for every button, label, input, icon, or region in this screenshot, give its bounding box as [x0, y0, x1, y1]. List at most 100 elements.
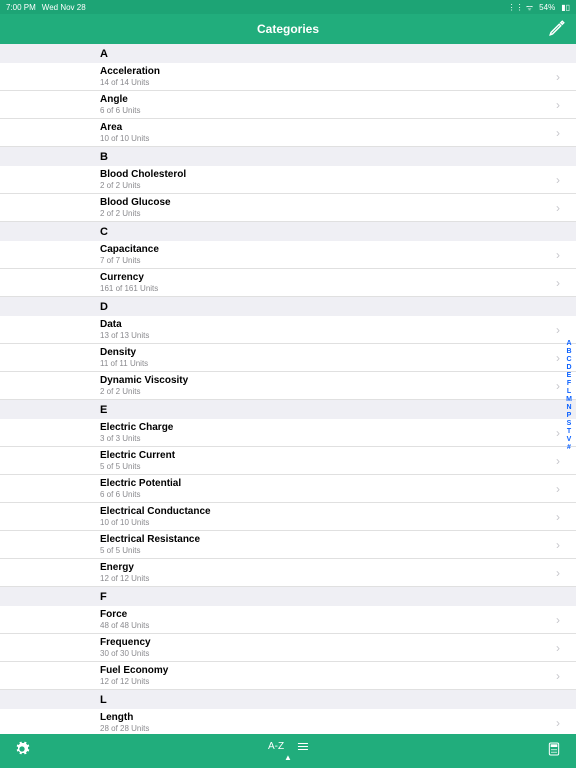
row-title: Angle	[100, 94, 556, 105]
section-header: A	[0, 44, 576, 63]
row-title: Capacitance	[100, 244, 556, 255]
chevron-right-icon: ›	[556, 538, 560, 552]
chevron-right-icon: ›	[556, 379, 560, 393]
row-subtitle: 12 of 12 Units	[100, 574, 556, 583]
index-letter[interactable]: F	[564, 380, 574, 387]
row-title: Blood Glucose	[100, 197, 556, 208]
row-title: Electric Charge	[100, 422, 556, 433]
row-subtitle: 10 of 10 Units	[100, 518, 556, 527]
row-title: Density	[100, 347, 556, 358]
categories-list[interactable]: AAcceleration14 of 14 Units›Angle6 of 6 …	[0, 44, 576, 734]
list-icon	[298, 743, 308, 750]
index-letter[interactable]: L	[564, 388, 574, 395]
row-subtitle: 14 of 14 Units	[100, 78, 556, 87]
settings-button[interactable]	[14, 741, 30, 762]
category-row[interactable]: Data13 of 13 Units›	[0, 316, 576, 344]
index-letter[interactable]: C	[564, 356, 574, 363]
calculator-button[interactable]	[546, 741, 562, 762]
row-subtitle: 6 of 6 Units	[100, 490, 556, 499]
category-row[interactable]: Capacitance7 of 7 Units›	[0, 241, 576, 269]
row-subtitle: 2 of 2 Units	[100, 181, 556, 190]
row-subtitle: 10 of 10 Units	[100, 134, 556, 143]
category-row[interactable]: Density11 of 11 Units›	[0, 344, 576, 372]
row-subtitle: 48 of 48 Units	[100, 621, 556, 630]
chevron-right-icon: ›	[556, 248, 560, 262]
section-header: E	[0, 400, 576, 419]
index-letter[interactable]: B	[564, 348, 574, 355]
category-row[interactable]: Area10 of 10 Units›	[0, 119, 576, 147]
index-letter[interactable]: E	[564, 372, 574, 379]
chevron-right-icon: ›	[556, 426, 560, 440]
section-header: C	[0, 222, 576, 241]
status-time: 7:00 PM	[6, 3, 36, 12]
index-letter[interactable]: T	[564, 428, 574, 435]
caret-up-icon: ▲	[284, 753, 292, 762]
row-title: Acceleration	[100, 66, 556, 77]
index-letter[interactable]: A	[564, 340, 574, 347]
row-subtitle: 5 of 5 Units	[100, 462, 556, 471]
category-row[interactable]: Electric Current5 of 5 Units›	[0, 447, 576, 475]
row-subtitle: 161 of 161 Units	[100, 284, 556, 293]
row-subtitle: 5 of 5 Units	[100, 546, 556, 555]
chevron-right-icon: ›	[556, 126, 560, 140]
category-row[interactable]: Electric Charge3 of 3 Units›	[0, 419, 576, 447]
index-letter[interactable]: S	[564, 420, 574, 427]
index-letter[interactable]: P	[564, 412, 574, 419]
category-row[interactable]: Frequency30 of 30 Units›	[0, 634, 576, 662]
section-header: F	[0, 587, 576, 606]
chevron-right-icon: ›	[556, 613, 560, 627]
chevron-right-icon: ›	[556, 323, 560, 337]
chevron-right-icon: ›	[556, 70, 560, 84]
category-row[interactable]: Force48 of 48 Units›	[0, 606, 576, 634]
row-subtitle: 30 of 30 Units	[100, 649, 556, 658]
row-subtitle: 2 of 2 Units	[100, 209, 556, 218]
edit-button[interactable]	[548, 19, 566, 42]
index-letter[interactable]: V	[564, 436, 574, 443]
battery-percent: 54%	[539, 3, 555, 12]
row-subtitle: 2 of 2 Units	[100, 387, 556, 396]
row-subtitle: 7 of 7 Units	[100, 256, 556, 265]
row-title: Energy	[100, 562, 556, 573]
row-title: Electrical Resistance	[100, 534, 556, 545]
category-row[interactable]: Electric Potential6 of 6 Units›	[0, 475, 576, 503]
row-title: Area	[100, 122, 556, 133]
category-row[interactable]: Blood Glucose2 of 2 Units›	[0, 194, 576, 222]
category-row[interactable]: Currency161 of 161 Units›	[0, 269, 576, 297]
row-title: Currency	[100, 272, 556, 283]
sort-toggle[interactable]: A-Z ▲	[268, 741, 308, 762]
category-row[interactable]: Energy12 of 12 Units›	[0, 559, 576, 587]
navigation-bar: Categories	[0, 14, 576, 44]
category-row[interactable]: Dynamic Viscosity2 of 2 Units›	[0, 372, 576, 400]
chevron-right-icon: ›	[556, 482, 560, 496]
page-title: Categories	[257, 22, 319, 36]
category-row[interactable]: Acceleration14 of 14 Units›	[0, 63, 576, 91]
section-header: D	[0, 297, 576, 316]
row-title: Length	[100, 712, 556, 723]
chevron-right-icon: ›	[556, 173, 560, 187]
section-header: B	[0, 147, 576, 166]
row-title: Electric Potential	[100, 478, 556, 489]
status-bar: 7:00 PM Wed Nov 28 ⋮⋮ ᯤ 54% ▮▯	[0, 0, 576, 14]
row-title: Electric Current	[100, 450, 556, 461]
index-letter[interactable]: N	[564, 404, 574, 411]
chevron-right-icon: ›	[556, 351, 560, 365]
category-row[interactable]: Angle6 of 6 Units›	[0, 91, 576, 119]
index-letter[interactable]: D	[564, 364, 574, 371]
chevron-right-icon: ›	[556, 641, 560, 655]
section-header: L	[0, 690, 576, 709]
chevron-right-icon: ›	[556, 201, 560, 215]
index-letter[interactable]: M	[564, 396, 574, 403]
index-letter[interactable]: #	[564, 444, 574, 451]
pencil-icon	[548, 19, 566, 37]
category-row[interactable]: Length28 of 28 Units›	[0, 709, 576, 734]
category-row[interactable]: Electrical Conductance10 of 10 Units›	[0, 503, 576, 531]
chevron-right-icon: ›	[556, 510, 560, 524]
status-date: Wed Nov 28	[42, 3, 86, 12]
category-row[interactable]: Electrical Resistance5 of 5 Units›	[0, 531, 576, 559]
alphabet-index[interactable]: ABCDEFLMNPSTV#	[564, 340, 574, 451]
row-subtitle: 13 of 13 Units	[100, 331, 556, 340]
sort-label: A-Z	[268, 741, 284, 752]
category-row[interactable]: Blood Cholesterol2 of 2 Units›	[0, 166, 576, 194]
category-row[interactable]: Fuel Economy12 of 12 Units›	[0, 662, 576, 690]
wifi-icon: ⋮⋮ ᯤ	[508, 2, 534, 13]
